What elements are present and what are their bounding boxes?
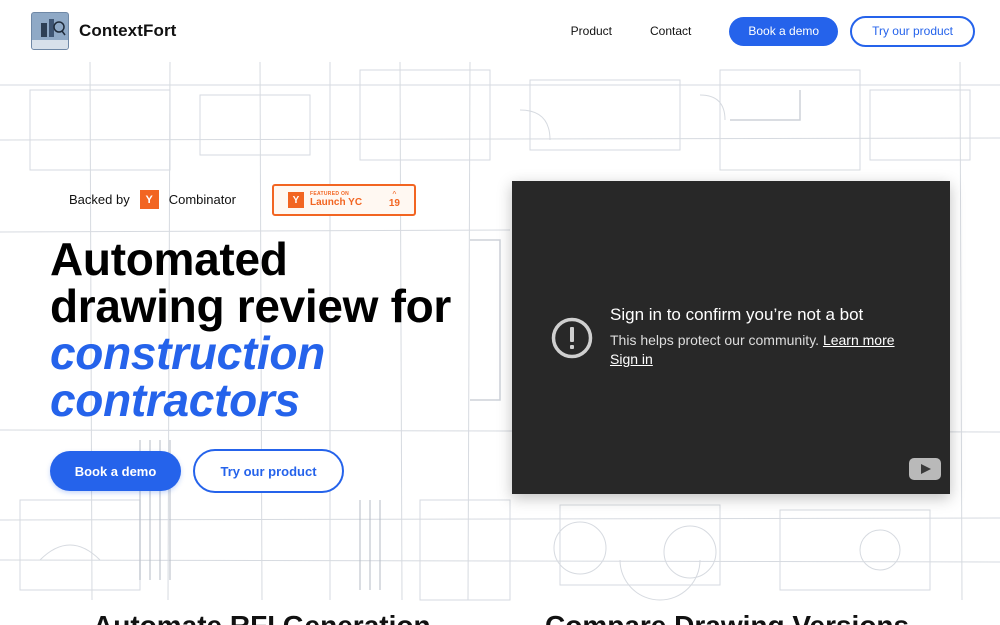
feature-heading-compare: Compare Drawing Versions [545, 610, 909, 625]
headline-line-2: drawing review for [50, 280, 452, 332]
upvote-count: ^ 19 [389, 191, 400, 209]
site-header: ContextFort Product Contact Book a demo … [0, 0, 1000, 62]
yc-logo-icon: Y [288, 192, 304, 208]
header-try-product-button[interactable]: Try our product [850, 15, 975, 47]
learn-more-link[interactable]: Learn more [823, 332, 895, 348]
launch-name: Launch YC [310, 197, 363, 208]
yc-name: Combinator [168, 192, 236, 207]
header-book-demo-button[interactable]: Book a demo [729, 16, 839, 46]
logo-icon[interactable] [31, 12, 69, 50]
hero-try-product-button[interactable]: Try our product [193, 449, 344, 493]
youtube-icon[interactable] [909, 458, 941, 480]
headline-accent-1: construction [50, 327, 325, 379]
backed-by-yc: Backed by Y Combinator [69, 190, 236, 209]
video-sign-in-link[interactable]: Sign in [610, 351, 653, 367]
alert-icon [551, 317, 593, 359]
video-message-title: Sign in to confirm you’re not a bot [610, 305, 864, 324]
upvote-number: 19 [388, 198, 400, 209]
hero-book-demo-button[interactable]: Book a demo [50, 451, 181, 491]
headline-accent-2: contractors [50, 374, 300, 426]
nav-product-link[interactable]: Product [571, 24, 612, 38]
yc-logo-icon: Y [139, 190, 159, 209]
video-message-subtitle: This helps protect our community. Learn … [610, 332, 895, 348]
headline-line-1: Automated [50, 233, 288, 285]
video-embed[interactable]: Sign in to confirm you’re not a bot This… [512, 181, 950, 494]
hero-headline: Automated drawing review for constructio… [50, 236, 510, 424]
page: ContextFort Product Contact Book a demo … [0, 0, 1000, 625]
backed-by-label: Backed by [69, 192, 130, 207]
launch-yc-badge[interactable]: Y FEATURED ON Launch YC ^ 19 [272, 184, 416, 216]
feature-heading-rfi: Automate RFI Generation [93, 610, 431, 625]
nav-contact-link[interactable]: Contact [650, 24, 691, 38]
main-nav: Product Contact Book a demo Try our prod… [571, 15, 975, 47]
brand-name[interactable]: ContextFort [79, 21, 176, 41]
